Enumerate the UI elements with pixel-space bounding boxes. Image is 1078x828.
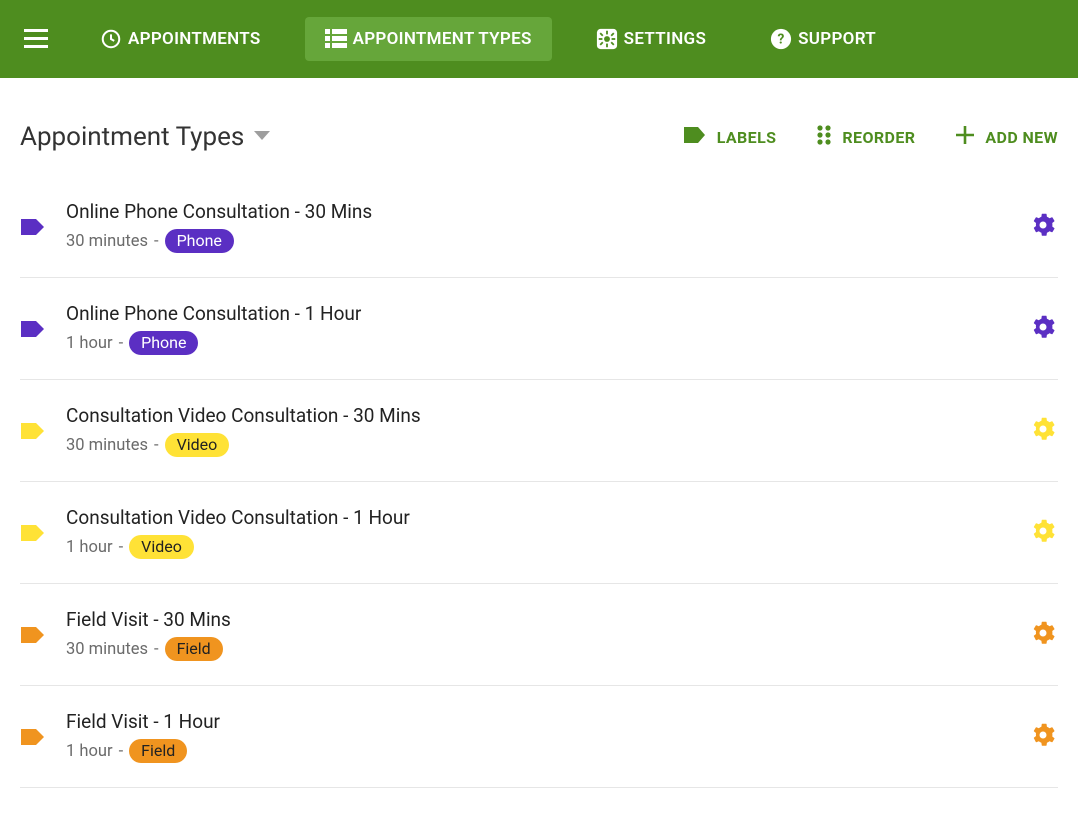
row-settings-button[interactable]: [1028, 315, 1058, 343]
category-badge: Phone: [165, 229, 234, 253]
menu-button[interactable]: [14, 17, 58, 61]
appointment-type-row[interactable]: Online Phone Consultation - 30 Mins 30 m…: [20, 176, 1058, 278]
row-subtitle: 1 hour - Video: [66, 535, 1008, 559]
row-duration: 1 hour: [66, 334, 113, 353]
nav-label: APPOINTMENT TYPES: [353, 29, 532, 49]
category-badge: Phone: [129, 331, 198, 355]
drag-handle-icon: [816, 124, 832, 150]
action-label: LABELS: [717, 128, 777, 147]
appointment-type-row[interactable]: Consultation Video Consultation - 30 Min…: [20, 380, 1058, 482]
row-title: Online Phone Consultation - 1 Hour: [66, 302, 1008, 325]
row-main: Field Visit - 30 Mins 30 minutes - Field: [66, 608, 1008, 661]
row-main: Online Phone Consultation - 1 Hour 1 hou…: [66, 302, 1008, 355]
row-settings-button[interactable]: [1028, 213, 1058, 241]
nav-appointments[interactable]: APPOINTMENTS: [80, 16, 281, 62]
top-navbar: APPOINTMENTS APPOINTMENT TYPES SETTINGS …: [0, 0, 1078, 78]
appointment-type-row[interactable]: Consultation Video Consultation - 1 Hour…: [20, 482, 1058, 584]
nav-label: APPOINTMENTS: [128, 29, 261, 49]
appointment-type-row[interactable]: Online Phone Consultation - 1 Hour 1 hou…: [20, 278, 1058, 380]
category-tag-icon: [20, 523, 46, 543]
row-subtitle: 1 hour - Field: [66, 739, 1008, 763]
category-badge: Field: [165, 637, 223, 661]
category-tag-icon: [20, 421, 46, 441]
row-settings-button[interactable]: [1028, 417, 1058, 445]
row-subtitle: 1 hour - Phone: [66, 331, 1008, 355]
nav-appointment-types[interactable]: APPOINTMENT TYPES: [305, 17, 552, 61]
gear-icon: [1031, 723, 1055, 751]
row-settings-button[interactable]: [1028, 519, 1058, 547]
row-title: Online Phone Consultation - 30 Mins: [66, 200, 1008, 223]
plus-icon: [955, 125, 975, 149]
page-title: Appointment Types: [20, 122, 244, 152]
row-subtitle: 30 minutes - Field: [66, 637, 1008, 661]
category-tag-icon: [20, 727, 46, 747]
hamburger-icon: [24, 29, 48, 49]
category-tag-icon: [20, 625, 46, 645]
gear-icon: [1031, 315, 1055, 343]
row-main: Field Visit - 1 Hour 1 hour - Field: [66, 710, 1008, 763]
separator: -: [154, 436, 159, 455]
settings-badge-icon: [596, 28, 618, 50]
row-subtitle: 30 minutes - Phone: [66, 229, 1008, 253]
page-title-dropdown[interactable]: Appointment Types: [20, 122, 272, 152]
page-header: Appointment Types LABELS REORDER ADD NEW: [0, 78, 1078, 176]
row-title: Consultation Video Consultation - 1 Hour: [66, 506, 1008, 529]
separator: -: [119, 538, 124, 557]
row-duration: 1 hour: [66, 538, 113, 557]
separator: -: [154, 232, 159, 251]
category-badge: Video: [129, 535, 194, 559]
action-label: REORDER: [842, 128, 915, 147]
clock-icon: [100, 28, 122, 50]
help-icon: ?: [770, 28, 792, 50]
gear-icon: [1031, 213, 1055, 241]
row-title: Consultation Video Consultation - 30 Min…: [66, 404, 1008, 427]
label-icon: [683, 125, 707, 149]
chevron-down-icon: [252, 128, 272, 147]
category-badge: Field: [129, 739, 187, 763]
nav-settings[interactable]: SETTINGS: [576, 16, 726, 62]
appointment-type-row[interactable]: Field Visit - 1 Hour 1 hour - Field: [20, 686, 1058, 788]
gear-icon: [1031, 519, 1055, 547]
gear-icon: [1031, 417, 1055, 445]
labels-button[interactable]: LABELS: [683, 125, 777, 149]
separator: -: [154, 640, 159, 659]
add-new-button[interactable]: ADD NEW: [955, 125, 1058, 149]
svg-text:?: ?: [778, 32, 785, 48]
category-badge: Video: [165, 433, 230, 457]
row-main: Online Phone Consultation - 30 Mins 30 m…: [66, 200, 1008, 253]
row-settings-button[interactable]: [1028, 723, 1058, 751]
nav-support[interactable]: ? SUPPORT: [750, 16, 896, 62]
reorder-button[interactable]: REORDER: [816, 124, 915, 150]
page-actions: LABELS REORDER ADD NEW: [683, 124, 1058, 150]
row-duration: 30 minutes: [66, 640, 148, 659]
gear-icon: [1031, 621, 1055, 649]
nav-label: SETTINGS: [624, 29, 706, 49]
appointment-type-row[interactable]: Field Visit - 30 Mins 30 minutes - Field: [20, 584, 1058, 686]
appointment-type-list: Online Phone Consultation - 30 Mins 30 m…: [0, 176, 1078, 828]
row-main: Consultation Video Consultation - 1 Hour…: [66, 506, 1008, 559]
row-main: Consultation Video Consultation - 30 Min…: [66, 404, 1008, 457]
action-label: ADD NEW: [985, 128, 1058, 147]
category-tag-icon: [20, 319, 46, 339]
row-duration: 30 minutes: [66, 436, 148, 455]
list-icon: [325, 29, 347, 49]
row-settings-button[interactable]: [1028, 621, 1058, 649]
row-duration: 30 minutes: [66, 232, 148, 251]
nav-label: SUPPORT: [798, 29, 876, 49]
row-title: Field Visit - 1 Hour: [66, 710, 1008, 733]
row-subtitle: 30 minutes - Video: [66, 433, 1008, 457]
category-tag-icon: [20, 217, 46, 237]
separator: -: [119, 334, 124, 353]
row-title: Field Visit - 30 Mins: [66, 608, 1008, 631]
